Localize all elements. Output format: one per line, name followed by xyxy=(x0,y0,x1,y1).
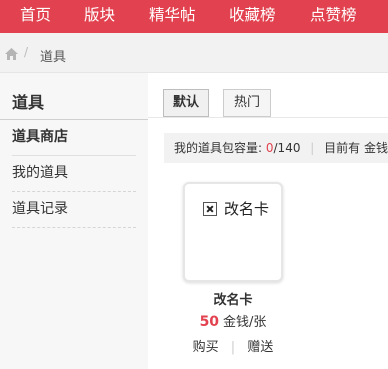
top-navigation: 首页 版块 精华帖 收藏榜 点赞榜 xyxy=(0,0,388,33)
capacity-label: 我的道具包容量: xyxy=(174,141,263,155)
sidebar-item-props-log[interactable]: 道具记录 xyxy=(12,192,136,228)
nav-item-featured[interactable]: 精华帖 xyxy=(149,0,196,33)
price-value: 50 xyxy=(199,314,220,330)
main-content: 默认 热门 我的道具包容量: 0/140 | 目前有 金钱 改名卡 改名卡 50… xyxy=(148,73,388,369)
nav-item-home[interactable]: 首页 xyxy=(20,0,51,33)
capacity-divider: | xyxy=(310,141,315,155)
tab-popular[interactable]: 热门 xyxy=(223,89,271,117)
tabs-divider xyxy=(148,117,388,118)
actions-divider: | xyxy=(230,340,236,355)
gift-button[interactable]: 赠送 xyxy=(247,340,273,355)
item-actions: 购买 | 赠送 xyxy=(183,336,283,355)
breadcrumb: / 道具 xyxy=(0,33,388,73)
sidebar-item-my-props[interactable]: 我的道具 xyxy=(12,156,136,192)
item-name: 改名卡 xyxy=(213,293,253,308)
sidebar: 道具 道具商店 我的道具 道具记录 xyxy=(0,73,148,369)
item-card-rename[interactable]: 改名卡 xyxy=(183,182,283,282)
sidebar-title: 道具 xyxy=(12,93,45,112)
nav-item-likes-rank[interactable]: 点赞榜 xyxy=(310,0,357,33)
money-balance: 目前有 金钱 xyxy=(324,141,388,155)
buy-button[interactable]: 购买 xyxy=(193,340,219,355)
nav-item-forums[interactable]: 版块 xyxy=(84,0,115,33)
tab-default[interactable]: 默认 xyxy=(163,89,209,117)
nav-item-favorites-rank[interactable]: 收藏榜 xyxy=(229,0,276,33)
item-price: 50 金钱/张 xyxy=(183,311,283,330)
home-icon[interactable] xyxy=(5,48,18,60)
breadcrumb-current[interactable]: 道具 xyxy=(40,46,66,65)
breadcrumb-separator: / xyxy=(24,45,29,59)
capacity-bar: 我的道具包容量: 0/140 | 目前有 金钱 xyxy=(164,133,388,163)
sidebar-item-props-shop[interactable]: 道具商店 xyxy=(12,120,136,156)
capacity-used: 0 xyxy=(265,141,274,155)
price-unit: 金钱/张 xyxy=(223,315,267,330)
capacity-total: /140 xyxy=(273,141,301,155)
broken-image-icon xyxy=(203,202,217,216)
item-image-alt-text: 改名卡 xyxy=(224,200,270,218)
